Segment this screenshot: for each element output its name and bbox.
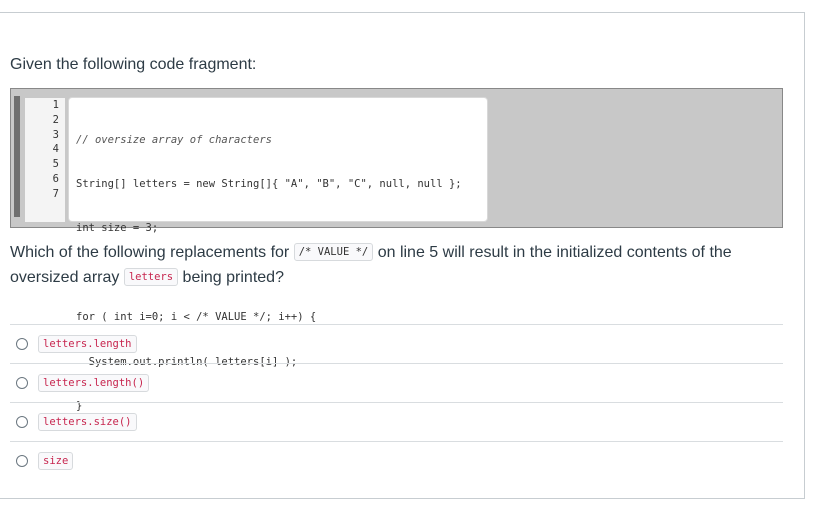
answer-option-1[interactable]: letters.length bbox=[10, 324, 783, 363]
answer-label[interactable]: letters.size() bbox=[38, 413, 137, 431]
prompt-code-value: /* VALUE */ bbox=[293, 243, 374, 261]
radio-button[interactable] bbox=[16, 416, 28, 428]
answer-option-2[interactable]: letters.length() bbox=[10, 363, 783, 402]
line-number: 4 bbox=[52, 143, 59, 156]
answer-label[interactable]: size bbox=[38, 452, 74, 470]
code-body: // oversize array of characters String[]… bbox=[68, 97, 488, 412]
line-number: 1 bbox=[52, 99, 59, 111]
code-line: int size = 3; bbox=[76, 222, 159, 235]
answer-option-4[interactable]: size bbox=[10, 441, 783, 480]
question-prompt: Which of the following replacements for … bbox=[10, 240, 790, 290]
radio-button[interactable] bbox=[16, 377, 28, 389]
line-number: 6 bbox=[52, 172, 59, 185]
prompt-code-letters: letters bbox=[123, 268, 179, 286]
prompt-text-1: Which of the following replacements for bbox=[10, 244, 290, 261]
answer-option-3[interactable]: letters.size() bbox=[10, 402, 783, 441]
code-line: for ( int i=0; i < /* VALUE */; i++) { bbox=[76, 311, 317, 324]
line-number: 5 bbox=[52, 158, 59, 171]
code-line: String[] letters = new String[]{ "A", "B… bbox=[76, 177, 462, 190]
answer-label[interactable]: letters.length bbox=[38, 335, 137, 353]
line-number: 3 bbox=[52, 128, 59, 141]
line-number: 2 bbox=[52, 113, 59, 126]
answer-label[interactable]: letters.length() bbox=[38, 374, 150, 392]
code-line: // oversize array of characters bbox=[76, 133, 272, 146]
prompt-text-3: being printed? bbox=[182, 269, 284, 286]
answer-list: letters.length letters.length() letters.… bbox=[10, 324, 783, 480]
radio-button[interactable] bbox=[16, 455, 28, 467]
line-numbers: 1 2 3 4 5 6 7 bbox=[25, 98, 65, 222]
line-number: 7 bbox=[52, 187, 59, 200]
code-gutter-bar bbox=[14, 96, 20, 217]
code-fragment: 1 2 3 4 5 6 7 // oversize array of chara… bbox=[10, 88, 783, 412]
radio-button[interactable] bbox=[16, 338, 28, 350]
question-intro: Given the following code fragment: bbox=[10, 56, 257, 73]
